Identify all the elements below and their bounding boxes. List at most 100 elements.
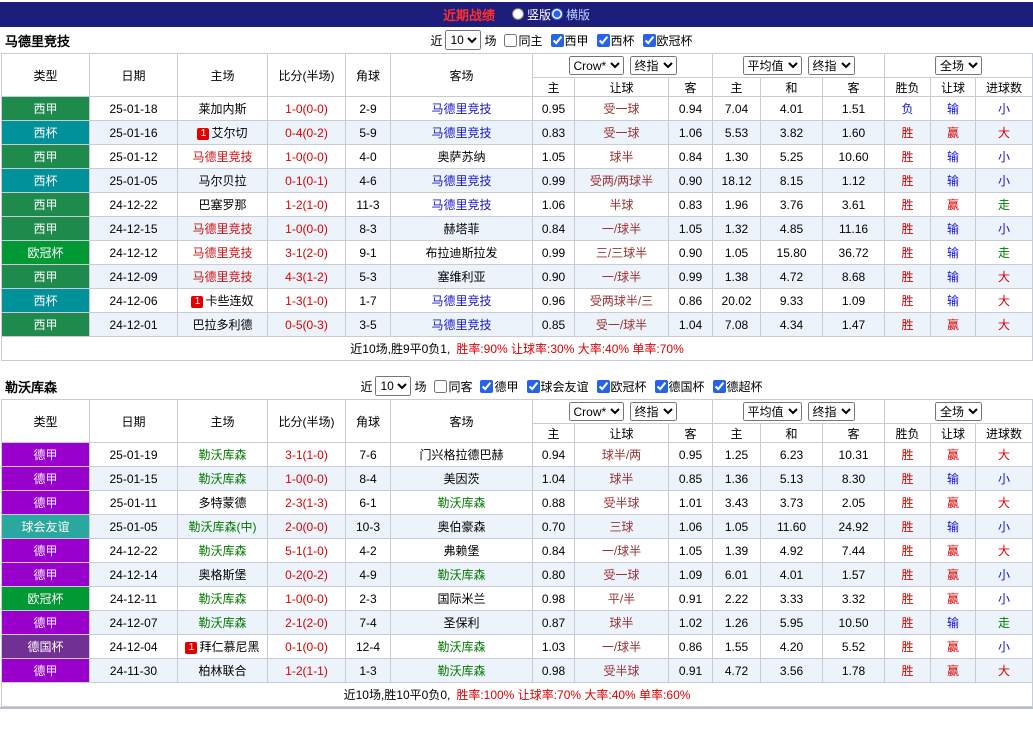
home-team-link[interactable]: 马德里竞技 bbox=[192, 222, 252, 236]
match-score-link[interactable]: 4-3(1-2) bbox=[267, 264, 346, 289]
away-team-link[interactable]: 马德里竞技 bbox=[431, 318, 491, 332]
match-scope-select[interactable]: 全场 bbox=[935, 402, 983, 421]
away-team-link[interactable]: 奥萨苏纳 bbox=[437, 150, 485, 164]
home-team-link[interactable]: 巴拉多利德 bbox=[192, 318, 252, 332]
league-filter-checkbox-input[interactable] bbox=[642, 33, 656, 47]
home-team-link[interactable]: 勒沃库森 bbox=[198, 448, 246, 462]
home-team-link[interactable]: 马德里竞技 bbox=[192, 150, 252, 164]
league-filter-checkbox[interactable]: 德超杯 bbox=[712, 378, 763, 395]
layout-radio[interactable] bbox=[551, 8, 563, 21]
league-filter-checkbox[interactable]: 欧冠杯 bbox=[642, 32, 693, 49]
league-filter-checkbox-input[interactable] bbox=[550, 33, 564, 47]
league-filter-checkbox-input[interactable] bbox=[596, 379, 610, 393]
match-score-link[interactable]: 3-1(2-0) bbox=[267, 240, 346, 265]
away-team-link[interactable]: 马德里竞技 bbox=[431, 102, 491, 116]
home-team-link[interactable]: 勒沃库森 bbox=[198, 592, 246, 606]
match-score-link[interactable]: 1-0(0-0) bbox=[267, 144, 346, 169]
home-team-link[interactable]: 艾尔切 bbox=[211, 126, 247, 140]
league-filter-checkbox-input[interactable] bbox=[480, 379, 494, 393]
home-team-link[interactable]: 马德里竞技 bbox=[192, 270, 252, 284]
match-score-link[interactable]: 2-0(0-0) bbox=[267, 514, 346, 539]
bookmaker-select[interactable]: Crow* bbox=[568, 56, 624, 75]
league-filter-checkbox[interactable]: 西甲 bbox=[550, 32, 589, 49]
match-score-link[interactable]: 1-3(1-0) bbox=[267, 288, 346, 313]
match-row: 欧冠杯 24-12-11 勒沃库森 1-0(0-0) 2-3 国际米兰 0.98 平/半 0.9… bbox=[1, 586, 1033, 611]
layout-radio-option[interactable]: 竖版 bbox=[511, 6, 551, 23]
layout-toggle: 竖版 横版 bbox=[511, 6, 590, 24]
away-team-link[interactable]: 马德里竞技 bbox=[431, 126, 491, 140]
home-team-link[interactable]: 勒沃库森 bbox=[198, 616, 246, 630]
match-score-link[interactable]: 0-4(0-2) bbox=[267, 120, 346, 145]
match-score-link[interactable]: 0-2(0-2) bbox=[267, 562, 346, 587]
away-team-link[interactable]: 弗赖堡 bbox=[443, 544, 479, 558]
away-team-link[interactable]: 圣保利 bbox=[443, 616, 479, 630]
league-filter-checkbox-input[interactable] bbox=[712, 379, 726, 393]
away-team-link[interactable]: 勒沃库森 bbox=[437, 664, 485, 678]
home-team-link[interactable]: 勒沃库森 bbox=[198, 544, 246, 558]
away-team-link[interactable]: 门兴格拉德巴赫 bbox=[419, 448, 503, 462]
away-team-link[interactable]: 勒沃库森 bbox=[437, 496, 485, 510]
away-team-link[interactable]: 马德里竞技 bbox=[431, 174, 491, 188]
league-filter-checkbox-input[interactable] bbox=[654, 379, 668, 393]
index-type-select[interactable]: 终指 bbox=[807, 56, 855, 75]
home-team-link[interactable]: 马尔贝拉 bbox=[198, 174, 246, 188]
home-team-link[interactable]: 卡些连奴 bbox=[205, 294, 253, 308]
same-venue-checkbox-input[interactable] bbox=[434, 379, 448, 393]
match-score-link[interactable]: 2-3(1-3) bbox=[267, 490, 346, 515]
match-scope-select[interactable]: 全场 bbox=[935, 56, 983, 75]
avg-odds-draw: 3.33 bbox=[760, 586, 824, 611]
recent-count-select[interactable]: 10 bbox=[375, 376, 412, 396]
home-team-link[interactable]: 巴塞罗那 bbox=[198, 198, 246, 212]
home-team-link[interactable]: 勒沃库森 bbox=[198, 472, 246, 486]
home-team-link[interactable]: 奥格斯堡 bbox=[198, 568, 246, 582]
away-team-link[interactable]: 布拉迪斯拉发 bbox=[425, 246, 497, 260]
away-team-link[interactable]: 勒沃库森 bbox=[437, 568, 485, 582]
away-team-link[interactable]: 赫塔菲 bbox=[443, 222, 479, 236]
match-score-link[interactable]: 2-1(2-0) bbox=[267, 610, 346, 635]
home-team-link[interactable]: 勒沃库森(中) bbox=[189, 520, 257, 534]
home-team-link[interactable]: 多特蒙德 bbox=[198, 496, 246, 510]
same-venue-checkbox[interactable]: 同客 bbox=[434, 378, 472, 395]
league-filter-checkbox[interactable]: 德国杯 bbox=[654, 378, 705, 395]
match-score-link[interactable]: 3-1(1-0) bbox=[267, 442, 346, 467]
away-team-link[interactable]: 塞维利亚 bbox=[437, 270, 485, 284]
match-score-link[interactable]: 1-2(1-1) bbox=[267, 658, 346, 683]
home-team-link[interactable]: 拜仁慕尼黑 bbox=[199, 640, 259, 654]
layout-radio[interactable] bbox=[511, 8, 524, 21]
match-score-link[interactable]: 0-5(0-3) bbox=[267, 312, 346, 337]
league-filter-checkbox[interactable]: 球会友谊 bbox=[526, 378, 589, 395]
match-score-link[interactable]: 1-2(1-0) bbox=[267, 192, 346, 217]
match-score-link[interactable]: 1-0(0-0) bbox=[267, 216, 346, 241]
league-filter-checkbox[interactable]: 欧冠杯 bbox=[596, 378, 647, 395]
match-score-link[interactable]: 1-0(0-0) bbox=[267, 586, 346, 611]
home-team-link[interactable]: 马德里竞技 bbox=[192, 246, 252, 260]
away-team-link[interactable]: 勒沃库森 bbox=[437, 640, 485, 654]
match-score-link[interactable]: 0-1(0-0) bbox=[267, 634, 346, 659]
match-score-link[interactable]: 5-1(1-0) bbox=[267, 538, 346, 563]
league-filter-checkbox[interactable]: 西杯 bbox=[596, 32, 635, 49]
away-team-link[interactable]: 国际米兰 bbox=[437, 592, 485, 606]
average-select[interactable]: 平均值 bbox=[742, 56, 802, 75]
away-team-link[interactable]: 奥伯豪森 bbox=[437, 520, 485, 534]
same-venue-checkbox-input[interactable] bbox=[504, 33, 518, 47]
bookmaker-select[interactable]: Crow* bbox=[568, 402, 624, 421]
index-type-select[interactable]: 终指 bbox=[629, 56, 677, 75]
match-score-link[interactable]: 1-0(0-0) bbox=[267, 96, 346, 121]
away-team-link[interactable]: 美因茨 bbox=[443, 472, 479, 486]
recent-count-select[interactable]: 10 bbox=[445, 30, 482, 50]
league-filter-checkbox-input[interactable] bbox=[596, 33, 610, 47]
index-type-select[interactable]: 终指 bbox=[807, 402, 855, 421]
result-handicap: 输 bbox=[930, 514, 977, 539]
home-team-link[interactable]: 莱加内斯 bbox=[198, 102, 246, 116]
same-venue-checkbox[interactable]: 同主 bbox=[504, 32, 543, 49]
average-select[interactable]: 平均值 bbox=[742, 402, 802, 421]
away-team-link[interactable]: 马德里竞技 bbox=[431, 294, 491, 308]
match-score-link[interactable]: 0-1(0-1) bbox=[267, 168, 346, 193]
index-type-select[interactable]: 终指 bbox=[629, 402, 677, 421]
layout-radio-option[interactable]: 横版 bbox=[551, 6, 590, 23]
match-score-link[interactable]: 1-0(0-0) bbox=[267, 466, 346, 491]
league-filter-checkbox[interactable]: 德甲 bbox=[480, 378, 519, 395]
league-filter-checkbox-input[interactable] bbox=[526, 379, 540, 393]
away-team-link[interactable]: 马德里竞技 bbox=[431, 198, 491, 212]
home-team-link[interactable]: 柏林联合 bbox=[198, 664, 246, 678]
